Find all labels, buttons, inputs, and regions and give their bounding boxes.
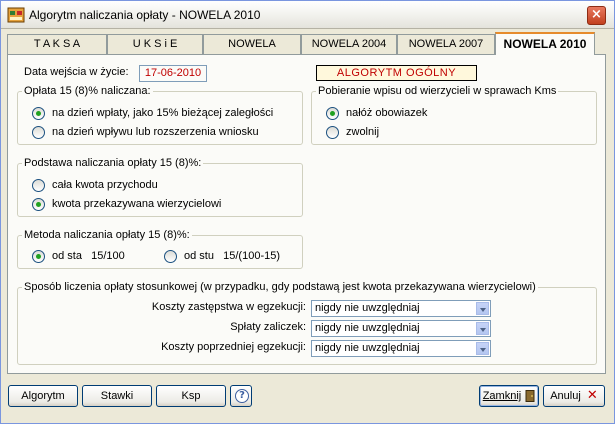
stawki-button[interactable]: Stawki [82,385,152,407]
base-title: Podstawa naliczania opłaty 15 (8)%: [22,157,204,169]
ksp-button[interactable]: Ksp [156,385,226,407]
tab-strip: T A K S A U K S i E NOWELA NOWELA 2004 N… [7,32,607,55]
method-group: Metoda naliczania opłaty 15 (8)%: od sta… [17,229,303,269]
collection-title: Pobieranie wpisu od wierzycieli w sprawa… [316,85,559,97]
previous-enforcement-value: nigdy nie uwzględniaj [315,342,420,354]
chevron-down-icon[interactable] [476,302,489,315]
representation-costs-value: nigdy nie uwzględniaj [315,302,420,314]
tab-panel-nowela-2010: Data wejścia w życie: 17-06-2010 ALGORYT… [7,54,606,374]
effective-date-label: Data wejścia w życie: [24,66,129,78]
fee-charged-title: Opłata 15 (8)% naliczana: [22,85,153,97]
chevron-down-icon[interactable] [476,322,489,335]
fee-charged-radio-payment-date[interactable] [32,107,45,120]
algorytm-button[interactable]: Algorytm [8,385,78,407]
fee-charged-radio-receipt-date[interactable] [32,126,45,139]
collection-group: Pobieranie wpisu od wierzycieli w sprawa… [311,85,597,145]
method-option-from-hundred[interactable]: od stu 15/(100-15) [184,250,280,262]
help-icon: ? [235,389,249,403]
tab-nowela-2004[interactable]: NOWELA 2004 [301,34,397,54]
zamknij-button[interactable]: Zamknij [479,385,539,407]
previous-enforcement-select[interactable]: nigdy nie uwzględniaj [311,340,491,357]
collection-radio-impose[interactable] [326,107,339,120]
tab-nowela-2010[interactable]: NOWELA 2010 [495,32,595,55]
close-window-button[interactable]: × [587,6,606,25]
window-title: Algorytm naliczania opłaty - NOWELA 2010 [29,8,261,22]
title-bar[interactable]: Algorytm naliczania opłaty - NOWELA 2010… [1,1,614,29]
tab-uksie[interactable]: U K S i E [107,34,203,54]
fee-charged-group: Opłata 15 (8)% naliczana: na dzień wpłat… [17,85,303,145]
effective-date-value: 17-06-2010 [139,65,207,82]
help-button[interactable]: ? [230,385,252,407]
tab-taksa[interactable]: T A K S A [7,34,107,54]
anuluj-button[interactable]: Anuluj ✕ [543,385,605,407]
dialog-window: Algorytm naliczania opłaty - NOWELA 2010… [0,0,615,424]
base-option-creditor-amount[interactable]: kwota przekazywana wierzycielowi [52,198,221,210]
base-radio-creditor-amount[interactable] [32,198,45,211]
base-radio-total-income[interactable] [32,179,45,192]
method-radio-from-hundred[interactable] [164,250,177,263]
app-icon [7,7,25,23]
collection-option-exempt[interactable]: zwolnij [346,126,379,138]
method-option-per-hundred[interactable]: od sta 15/100 [52,250,125,262]
chevron-down-icon[interactable] [476,342,489,355]
collection-radio-exempt[interactable] [326,126,339,139]
representation-costs-select[interactable]: nigdy nie uwzględniaj [311,300,491,317]
row-label-advance-repayments: Spłaty zaliczek: [230,321,306,333]
method-title: Metoda naliczania opłaty 15 (8)%: [22,229,192,241]
base-option-total-income[interactable]: cała kwota przychodu [52,179,158,191]
fee-charged-option-receipt-date[interactable]: na dzień wpływu lub rozszerzenia wniosku [52,126,259,138]
door-icon [525,390,535,403]
anuluj-label: Anuluj [550,390,581,402]
row-label-previous-enforcement: Koszty poprzedniej egzekucji: [161,341,306,353]
collection-option-impose[interactable]: nałóż obowiazek [346,107,427,119]
advance-repayments-value: nigdy nie uwzględniaj [315,322,420,334]
zamknij-label: Zamknij [482,390,522,402]
cancel-x-icon: ✕ [586,388,598,403]
relative-fee-group: Sposób liczenia opłaty stosunkowej (w pr… [17,281,597,365]
advance-repayments-select[interactable]: nigdy nie uwzględniaj [311,320,491,337]
row-label-representation-costs: Koszty zastępstwa w egzekucji: [151,301,306,313]
tab-nowela-2007[interactable]: NOWELA 2007 [397,34,495,54]
algorithm-badge: ALGORYTM OGÓLNY [316,65,477,81]
base-group: Podstawa naliczania opłaty 15 (8)%: cała… [17,157,303,217]
relative-fee-title: Sposób liczenia opłaty stosunkowej (w pr… [22,281,538,293]
fee-charged-option-payment-date[interactable]: na dzień wpłaty, jako 15% bieżącej zaleg… [52,107,273,119]
method-radio-per-hundred[interactable] [32,250,45,263]
tab-nowela[interactable]: NOWELA [203,34,301,54]
